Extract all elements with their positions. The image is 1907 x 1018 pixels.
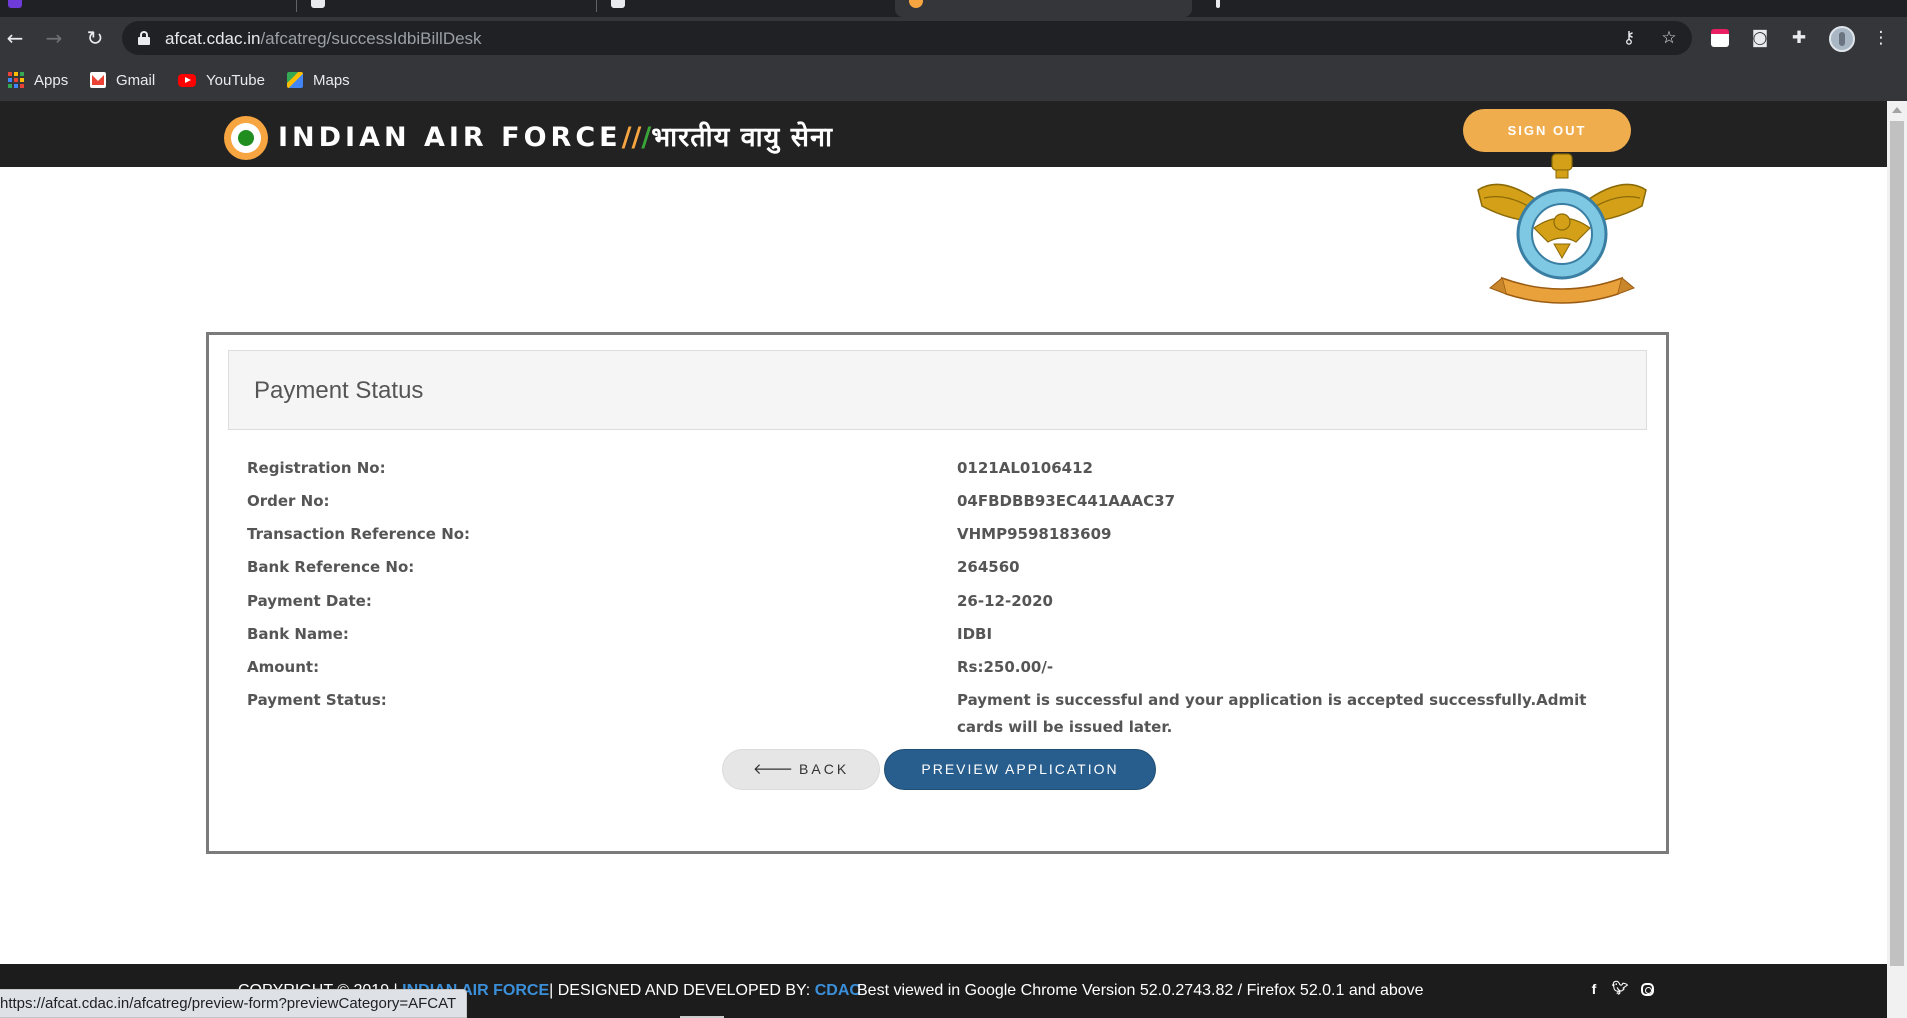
browser-tab[interactable]: [1196, 0, 1496, 17]
pocket-extension-icon[interactable]: [1709, 27, 1731, 49]
detail-value: VHMP9598183609: [957, 525, 1112, 543]
back-arrow-icon[interactable]: ←: [2, 25, 28, 51]
youtube-icon: [178, 73, 196, 87]
detail-label: Payment Status:: [247, 691, 387, 709]
tab-favicon-icon: [8, 0, 22, 8]
gmail-icon: [90, 72, 106, 88]
detail-label: Payment Date:: [247, 592, 372, 610]
lock-icon: [138, 31, 150, 45]
maps-icon: [287, 72, 303, 88]
profile-avatar[interactable]: [1829, 26, 1855, 52]
footer-cdac-link[interactable]: CDAC: [815, 982, 861, 999]
bookmark-label: Maps: [313, 71, 350, 89]
payment-status-container: Payment Status Registration No: 0121AL01…: [206, 332, 1669, 854]
detail-label: Order No:: [247, 492, 330, 510]
scrollbar-thumb[interactable]: [1890, 121, 1904, 966]
tab-favicon-icon: [1216, 0, 1220, 8]
detail-value: IDBI: [957, 625, 993, 643]
link-hover-status-bar: https://afcat.cdac.in/afcatreg/preview-f…: [0, 989, 468, 1018]
detail-label: Transaction Reference No:: [247, 525, 471, 543]
key-icon[interactable]: ⚷: [1617, 26, 1641, 50]
more-menu-icon[interactable]: ⋮: [1870, 27, 1892, 49]
iaf-roundel-logo-icon: [224, 116, 268, 160]
panel-heading: Payment Status: [228, 350, 1647, 430]
browser-tab[interactable]: [297, 0, 595, 17]
sign-out-button[interactable]: SIGN OUT: [1463, 109, 1631, 152]
page-title: Payment Status: [254, 377, 424, 404]
browser-toolbar: ← → ↻ afcat.cdac.in/afcatreg/successIdbi…: [0, 17, 1907, 59]
bookmark-label: Apps: [34, 71, 69, 89]
detail-value: 26-12-2020: [957, 592, 1053, 610]
tab-favicon-icon: [909, 0, 923, 8]
detail-label: Amount:: [247, 658, 320, 676]
detail-value: 04FBDBB93EC441AAAC37: [957, 492, 1176, 510]
detail-value: Payment is successful and your applicati…: [957, 691, 1587, 736]
address-url: afcat.cdac.in/afcatreg/successIdbiBillDe…: [165, 29, 482, 48]
footer-best-viewed: Best viewed in Google Chrome Version 52.…: [857, 982, 1424, 999]
reload-icon[interactable]: ↻: [82, 25, 108, 51]
iaf-emblem-icon: [1477, 153, 1647, 304]
bookmark-gmail[interactable]: Gmail: [90, 70, 155, 90]
detail-label: Bank Reference No:: [247, 558, 415, 576]
brand-separator: /: [621, 122, 632, 153]
browser-tab[interactable]: [597, 0, 894, 17]
detail-value: Rs:250.00/-: [957, 658, 1054, 676]
instagram-icon[interactable]: [1641, 983, 1654, 996]
back-button-label: BACK: [799, 761, 850, 777]
bookmark-label: Gmail: [116, 71, 156, 89]
detail-value: 264560: [957, 558, 1020, 576]
detail-label: Bank Name:: [247, 625, 349, 643]
site-brand[interactable]: INDIAN AIR FORCE///भारतीय वायु सेना: [278, 117, 833, 154]
camera-extension-icon[interactable]: ◙: [1749, 27, 1771, 49]
twitter-icon[interactable]: 🐦︎: [1611, 980, 1629, 998]
brand-english: INDIAN AIR FORCE: [278, 122, 622, 153]
detail-value: 0121AL0106412: [957, 459, 1093, 477]
designed-by-text: | DESIGNED AND DEVELOPED BY:: [549, 982, 811, 999]
forward-arrow-icon[interactable]: →: [41, 25, 67, 51]
brand-separator: /: [631, 122, 642, 153]
browser-tab[interactable]: [0, 0, 295, 17]
bookmark-youtube[interactable]: YouTube: [178, 70, 265, 90]
page-scrollbar[interactable]: [1887, 101, 1907, 1018]
puzzle-extensions-icon[interactable]: ✚: [1788, 27, 1810, 49]
brand-hindi: भारतीय वायु सेना: [651, 122, 833, 153]
scroll-up-arrow-icon[interactable]: [1892, 107, 1902, 113]
address-bar[interactable]: afcat.cdac.in/afcatreg/successIdbiBillDe…: [122, 21, 1692, 55]
brand-separator: /: [641, 122, 652, 153]
bookmark-maps[interactable]: Maps: [287, 70, 350, 90]
tab-favicon-icon: [611, 0, 625, 8]
arrow-left-icon: 🡐: [752, 760, 794, 778]
tab-favicon-icon: [311, 0, 325, 8]
bookmarks-bar: Apps Gmail YouTube Maps: [0, 59, 1907, 101]
apps-grid-icon: [8, 72, 24, 88]
back-button[interactable]: 🡐 BACK: [722, 749, 880, 790]
detail-label: Registration No:: [247, 459, 386, 477]
preview-application-button[interactable]: PREVIEW APPLICATION: [884, 749, 1156, 790]
browser-tab-active[interactable]: [895, 0, 1192, 17]
browser-tabstrip: [0, 0, 1907, 17]
bookmark-apps[interactable]: Apps: [8, 70, 68, 90]
facebook-icon[interactable]: f: [1585, 980, 1603, 998]
bookmark-star-icon[interactable]: ☆: [1657, 26, 1681, 50]
bookmark-label: YouTube: [206, 71, 265, 89]
